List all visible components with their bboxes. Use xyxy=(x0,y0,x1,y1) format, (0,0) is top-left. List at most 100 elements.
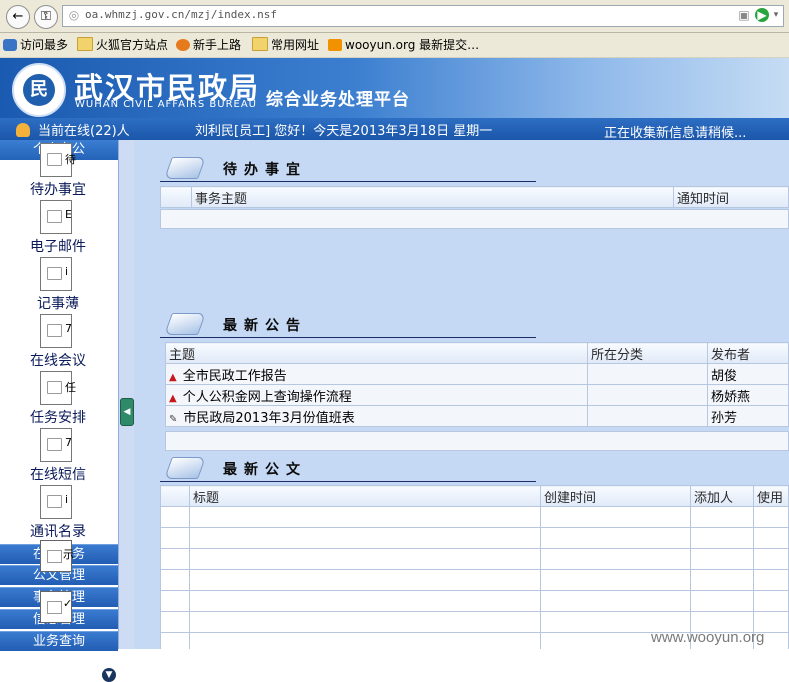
broken-image-icon: 示 xyxy=(40,540,74,572)
collapse-arrow-icon[interactable]: ◀ xyxy=(120,398,134,426)
sidebar-item-sms[interactable]: 7 在线短信 xyxy=(0,428,118,485)
sidebar-category-business-query[interactable]: 业务查询 xyxy=(0,631,118,651)
column-header[interactable]: 标题 xyxy=(189,485,541,507)
bookmark-getting-started[interactable]: 新手上路 xyxy=(176,37,241,53)
column-header[interactable]: 发布者 xyxy=(707,342,789,364)
main-content: 待办事宜 事务主题 通知时间 最新公告 主题 所在分类 发布者 ▲ 全市民政工作报… xyxy=(134,140,789,649)
left-sidebar: 个人办公 待 待办事宜 E 电子邮件 i 记事薄 7 在线会议 任 任务安排 7… xyxy=(0,140,118,682)
table-row[interactable]: ✎ 市民政局2013年3月份值班表 孙芳 xyxy=(165,405,789,427)
section-title: 最新公告 xyxy=(223,318,307,334)
watermark: www.wooyun.org xyxy=(651,629,765,646)
bookmark-firefox-site[interactable]: 火狐官方站点 xyxy=(77,37,168,53)
notice-topic[interactable]: ✎ 市民政局2013年3月份值班表 xyxy=(165,405,588,427)
section-header-todo: 待办事宜 xyxy=(160,155,536,182)
column-header xyxy=(160,186,192,208)
broken-image-icon: 任 xyxy=(40,371,76,405)
notices-table: 主题 所在分类 发布者 ▲ 全市民政工作报告 胡俊 ▲ 个人公积金网上查询操作流程 … xyxy=(165,342,789,427)
column-header[interactable]: 使用 xyxy=(753,485,789,507)
table-row xyxy=(160,569,789,591)
sidebar-item-tasks[interactable]: 任 任务安排 xyxy=(0,371,118,428)
rss-icon xyxy=(328,39,342,51)
globe-icon: ◎ xyxy=(68,8,80,22)
document-icon: ✎ xyxy=(169,413,178,425)
broken-image-icon: E xyxy=(40,200,72,234)
notice-category xyxy=(587,405,708,427)
section-header-documents: 最新公文 xyxy=(160,455,536,482)
broken-image-icon: i xyxy=(40,485,72,519)
firefox-icon xyxy=(176,39,190,51)
notice-category xyxy=(587,384,708,406)
browser-toolbar: ← ⚿ ◎ oa.whmzj.gov.cn/mzj/index.nsf ▣ ▶ … xyxy=(0,0,789,33)
sidebar-item-meeting[interactable]: 7 在线会议 xyxy=(0,314,118,371)
bureau-logo: 民 xyxy=(12,63,66,117)
book-icon xyxy=(163,457,207,479)
bookmarks-bar: 访问最多 火狐官方站点 新手上路 常用网址 wooyun.org 最新提交… xyxy=(0,33,789,58)
table-row[interactable]: ▲ 个人公积金网上查询操作流程 杨娇燕 xyxy=(165,384,789,406)
notice-publisher: 孙芳 xyxy=(707,405,789,427)
notice-category xyxy=(587,363,708,385)
broken-image-icon: i xyxy=(40,257,72,291)
users-icon xyxy=(16,123,30,137)
rss-feed-icon[interactable]: ▣ xyxy=(737,8,751,22)
broken-image-icon: ✓ xyxy=(40,591,72,623)
broken-image-icon: 7 xyxy=(40,314,72,348)
column-header[interactable]: 事务主题 xyxy=(191,186,674,208)
sidebar-splitter: ◀ xyxy=(118,140,135,649)
url-bar[interactable]: ◎ oa.whmzj.gov.cn/mzj/index.nsf ▣ ▶ ▾ xyxy=(62,5,784,27)
table-empty-row xyxy=(160,209,789,229)
scroll-down-icon[interactable]: ▼ xyxy=(102,668,116,682)
sidebar-item-label: 待办事宜 xyxy=(30,182,86,198)
sidebar-item-label: 记事薄 xyxy=(37,296,79,312)
sidebar-item-label: 通讯名录 xyxy=(30,524,86,540)
broken-image-icon: 7 xyxy=(40,428,72,462)
book-icon xyxy=(163,157,207,179)
sidebar-item-contacts[interactable]: i 通讯名录 xyxy=(0,485,118,542)
sidebar-item-label: 任务安排 xyxy=(30,410,86,426)
sidebar-item-label: 在线会议 xyxy=(30,353,86,369)
bookmark-most-visited[interactable]: 访问最多 xyxy=(3,37,68,53)
column-header[interactable]: 主题 xyxy=(165,342,588,364)
book-icon xyxy=(163,313,207,335)
up-arrow-icon: ▲ xyxy=(169,392,177,404)
column-header xyxy=(160,485,190,507)
column-header[interactable]: 添加人 xyxy=(690,485,754,507)
todo-table: 事务主题 通知时间 xyxy=(160,186,789,208)
column-header[interactable]: 通知时间 xyxy=(673,186,789,208)
sidebar-item-label: 在线短信 xyxy=(30,467,86,483)
table-row xyxy=(160,527,789,549)
folder-icon xyxy=(77,37,93,51)
sidebar-item-notebook[interactable]: i 记事薄 xyxy=(0,257,118,314)
table-row xyxy=(160,548,789,570)
key-icon[interactable]: ⚿ xyxy=(34,5,58,29)
sidebar-item-label: 电子邮件 xyxy=(30,239,86,255)
site-title-en: WUHAN CIVIL AFFAIRS BUREAU xyxy=(75,99,257,110)
go-icon[interactable]: ▶ xyxy=(755,8,769,22)
sidebar-item-todo[interactable]: 待 待办事宜 xyxy=(0,143,118,200)
notice-publisher: 胡俊 xyxy=(707,363,789,385)
notice-topic[interactable]: ▲ 全市民政工作报告 xyxy=(165,363,588,385)
section-header-notices: 最新公告 xyxy=(160,311,536,338)
collecting-text: 正在收集新信息请稍候... xyxy=(604,126,747,141)
notice-topic[interactable]: ▲ 个人公积金网上查询操作流程 xyxy=(165,384,588,406)
column-header[interactable]: 所在分类 xyxy=(587,342,708,364)
back-icon[interactable]: ← xyxy=(6,5,30,29)
folder-icon xyxy=(252,37,268,51)
documents-table: 标题 创建时间 添加人 使用 xyxy=(160,485,789,649)
magnifier-icon xyxy=(3,39,17,51)
table-row[interactable]: ▲ 全市民政工作报告 胡俊 xyxy=(165,363,789,385)
bookmark-common-sites[interactable]: 常用网址 xyxy=(252,37,319,53)
dropdown-icon[interactable]: ▾ xyxy=(769,8,783,22)
site-banner: 民 武汉市民政局 WUHAN CIVIL AFFAIRS BUREAU 综合业务… xyxy=(0,58,789,118)
bookmark-wooyun[interactable]: wooyun.org 最新提交… xyxy=(328,37,479,53)
notice-publisher: 杨娇燕 xyxy=(707,384,789,406)
online-users[interactable]: 当前在线(22)人 xyxy=(16,120,130,139)
table-row xyxy=(160,506,789,528)
up-arrow-icon: ▲ xyxy=(169,371,177,383)
section-title: 最新公文 xyxy=(223,462,307,478)
broken-image-icon: 待 xyxy=(40,143,76,177)
url-text: oa.whmzj.gov.cn/mzj/index.nsf xyxy=(85,8,278,21)
section-title: 待办事宜 xyxy=(223,162,307,178)
column-header[interactable]: 创建时间 xyxy=(540,485,691,507)
platform-title: 综合业务处理平台 xyxy=(266,90,410,110)
sidebar-item-email[interactable]: E 电子邮件 xyxy=(0,200,118,257)
